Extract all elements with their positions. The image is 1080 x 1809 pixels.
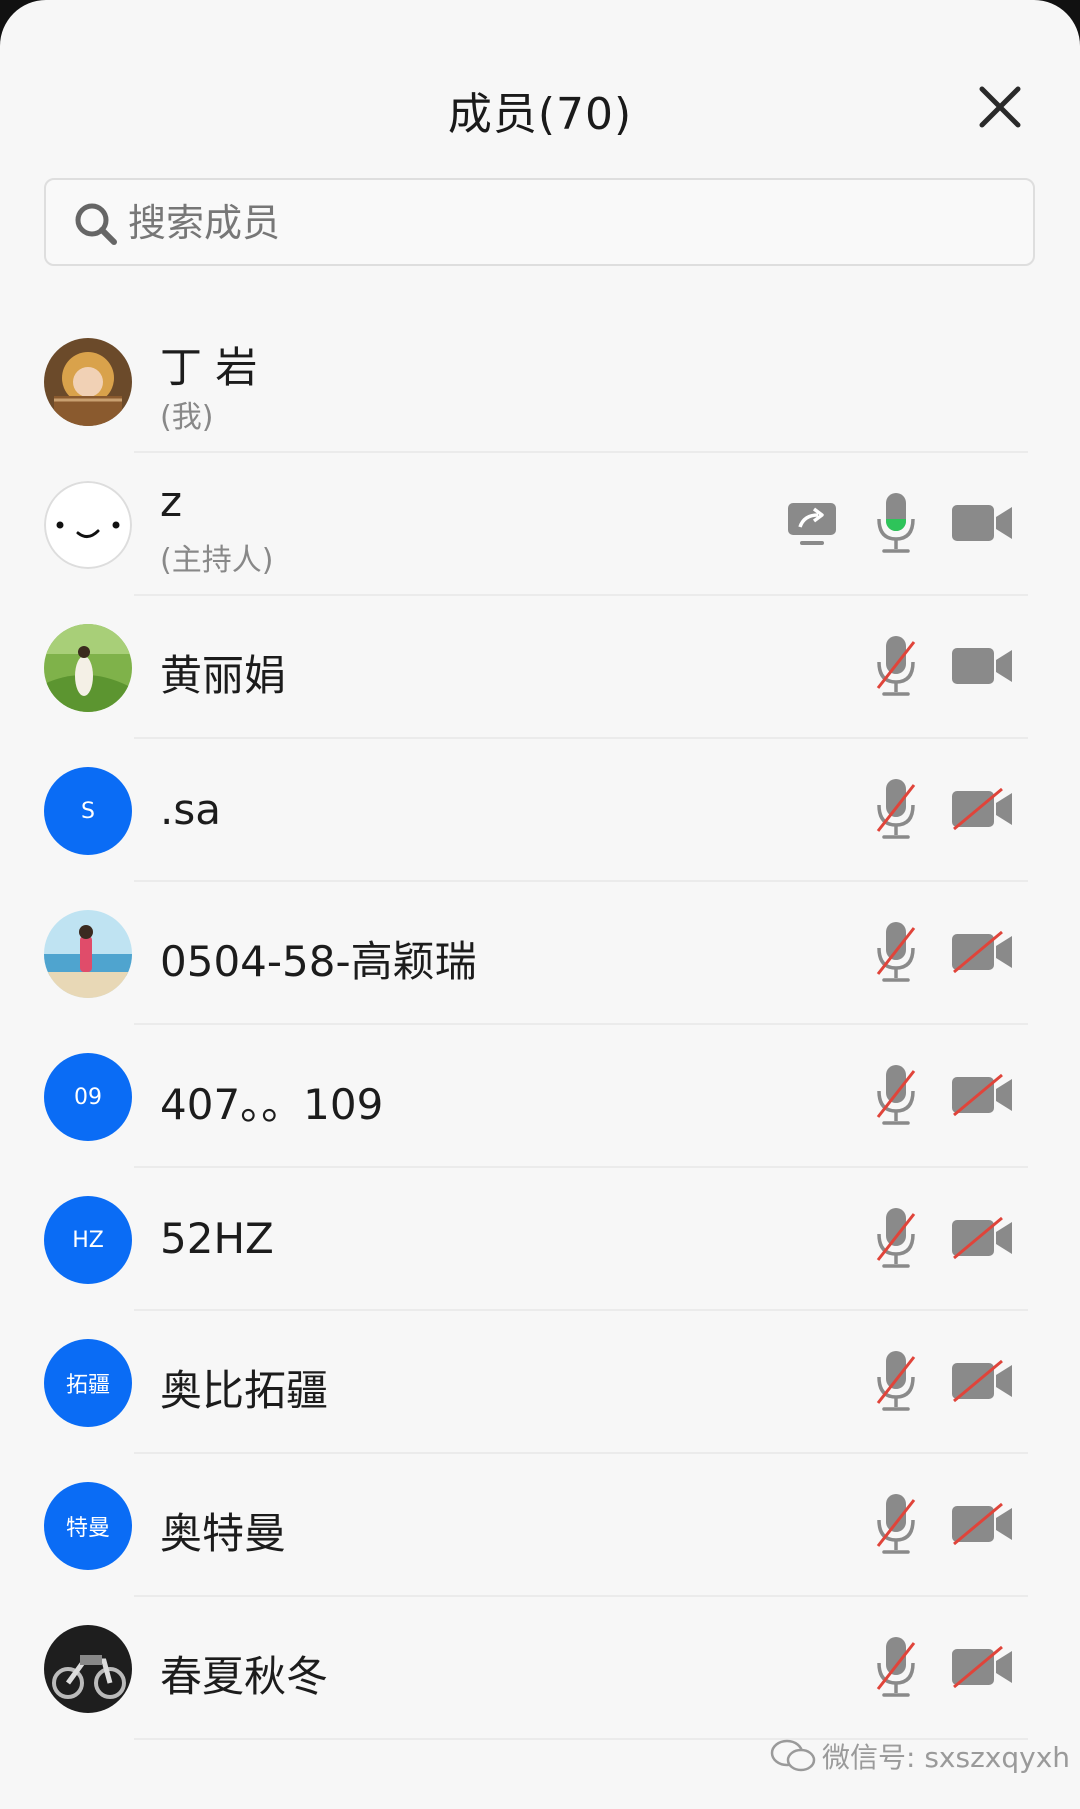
video-camera-off-icon[interactable] (950, 1645, 1014, 1689)
microphone-muted-icon[interactable] (874, 777, 918, 843)
member-row[interactable]: 拓疆 奥比拓疆 (0, 1311, 1080, 1454)
member-name: .sa (160, 785, 221, 834)
microphone-muted-icon[interactable] (874, 1206, 918, 1272)
member-row[interactable]: 0504-58-高颖瑞 (0, 882, 1080, 1025)
search-box[interactable] (44, 178, 1035, 266)
avatar (44, 910, 132, 998)
microphone-muted-icon[interactable] (874, 1492, 918, 1558)
watermark-text: 微信号: sxszxqyxh (822, 1741, 1071, 1774)
member-name: 春夏秋冬 (160, 1652, 329, 1701)
microphone-muted-icon[interactable] (874, 920, 918, 986)
video-camera-off-icon[interactable] (950, 1502, 1014, 1546)
member-row[interactable]: 09 407。。109 (0, 1025, 1080, 1168)
member-name: 奥比拓疆 (160, 1366, 329, 1415)
microphone-muted-icon[interactable] (874, 634, 918, 700)
video-camera-off-icon[interactable] (950, 930, 1014, 974)
member-name: 丁 岩 (160, 343, 258, 392)
avatar: HZ (44, 1196, 132, 1284)
page-title: 成员(70) (447, 89, 633, 140)
video-camera-off-icon[interactable] (950, 1073, 1014, 1117)
avatar (44, 481, 132, 569)
member-list: 丁 岩 (我) z (主持人) 黄丽娟 S .sa 0504-58-高颖瑞 09 407。。109… (0, 310, 1080, 1740)
video-camera-off-icon[interactable] (950, 1359, 1014, 1403)
microphone-muted-icon[interactable] (874, 1635, 918, 1701)
avatar: 特曼 (44, 1482, 132, 1570)
member-name: 0504-58-高颖瑞 (160, 937, 477, 986)
video-camera-off-icon[interactable] (950, 1216, 1014, 1260)
member-name: z (160, 477, 183, 526)
avatar: S (44, 767, 132, 855)
microphone-muted-icon[interactable] (874, 1349, 918, 1415)
member-row[interactable]: z (主持人) (0, 453, 1080, 596)
avatar (44, 624, 132, 712)
member-row[interactable]: 黄丽娟 (0, 596, 1080, 739)
avatar (44, 1625, 132, 1713)
avatar: 拓疆 (44, 1339, 132, 1427)
member-role: (我) (160, 400, 214, 435)
search-icon (75, 203, 117, 245)
members-panel: 成员(70) 丁 岩 (我) z (主持人) 黄丽娟 S .sa 0504-58-高颖瑞 09 4… (0, 0, 1080, 1809)
panel-header: 成员(70) (0, 0, 1080, 170)
member-row[interactable]: 特曼 奥特曼 (0, 1454, 1080, 1597)
avatar (44, 338, 132, 426)
video-camera-off-icon[interactable] (950, 787, 1014, 831)
avatar: 09 (44, 1053, 132, 1141)
video-camera-icon[interactable] (950, 644, 1014, 688)
search-input[interactable] (128, 194, 1008, 252)
member-row[interactable]: HZ 52HZ (0, 1168, 1080, 1311)
member-row[interactable]: 丁 岩 (我) (0, 310, 1080, 453)
screen-share-icon[interactable] (786, 499, 838, 549)
member-role: (主持人) (160, 543, 274, 578)
watermark: 微信号: sxszxqyxh (770, 1736, 1070, 1776)
close-button[interactable] (975, 82, 1025, 132)
microphone-icon[interactable] (874, 491, 918, 557)
microphone-muted-icon[interactable] (874, 1063, 918, 1129)
member-row[interactable]: S .sa (0, 739, 1080, 882)
member-row[interactable]: 春夏秋冬 (0, 1597, 1080, 1740)
member-name: 奥特曼 (160, 1509, 287, 1558)
member-name: 407。。109 (160, 1080, 384, 1129)
close-icon (979, 86, 1021, 128)
member-name: 52HZ (160, 1214, 274, 1263)
wechat-icon (770, 1739, 816, 1772)
video-camera-icon[interactable] (950, 501, 1014, 545)
member-name: 黄丽娟 (160, 651, 287, 700)
